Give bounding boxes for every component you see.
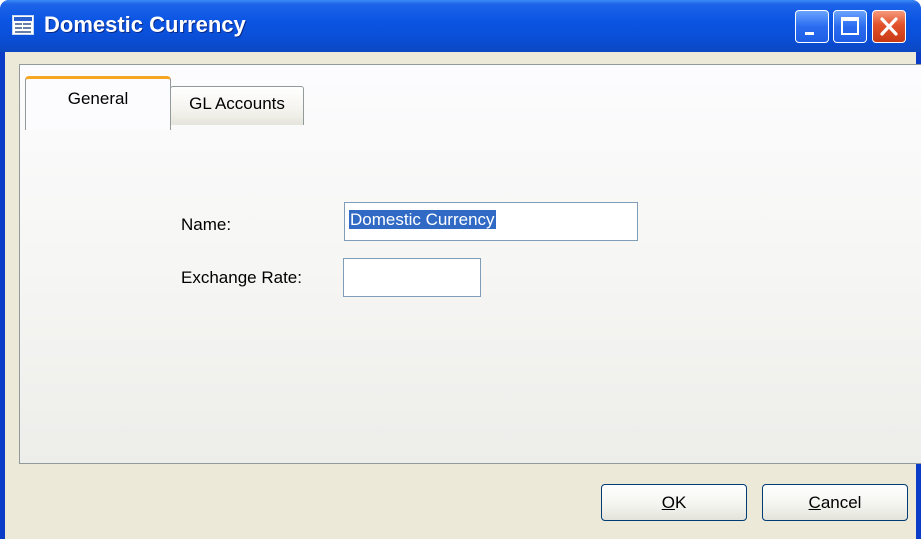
ok-button[interactable]: OK (601, 484, 747, 521)
name-field-value: Domestic Currency (349, 210, 496, 229)
close-icon (880, 17, 898, 36)
exchange-rate-label: Exchange Rate: (181, 268, 302, 287)
close-button[interactable] (872, 10, 906, 43)
name-label: Name: (181, 215, 232, 234)
name-field[interactable]: Domestic Currency (344, 202, 638, 241)
ok-button-label: K (674, 493, 687, 512)
ok-button-accelerator: O (661, 493, 675, 512)
cancel-button-accelerator: C (808, 493, 821, 512)
tab-gl-accounts[interactable]: GL Accounts (170, 86, 304, 125)
window-title: Domestic Currency (44, 12, 246, 37)
cancel-button[interactable]: Cancel (762, 484, 908, 521)
title-bar[interactable]: Domestic Currency (0, 0, 921, 52)
tab-gl-accounts-label: GL Accounts (189, 94, 285, 113)
maximize-button[interactable] (833, 10, 867, 43)
tab-general-label: General (67, 89, 129, 108)
minimize-icon (805, 32, 814, 35)
minimize-button[interactable] (795, 10, 829, 43)
exchange-rate-field[interactable] (343, 258, 481, 297)
tab-general[interactable]: General (25, 76, 171, 130)
maximize-icon (841, 17, 859, 35)
cancel-button-label: ancel (820, 493, 862, 512)
form-window-icon (12, 15, 34, 35)
